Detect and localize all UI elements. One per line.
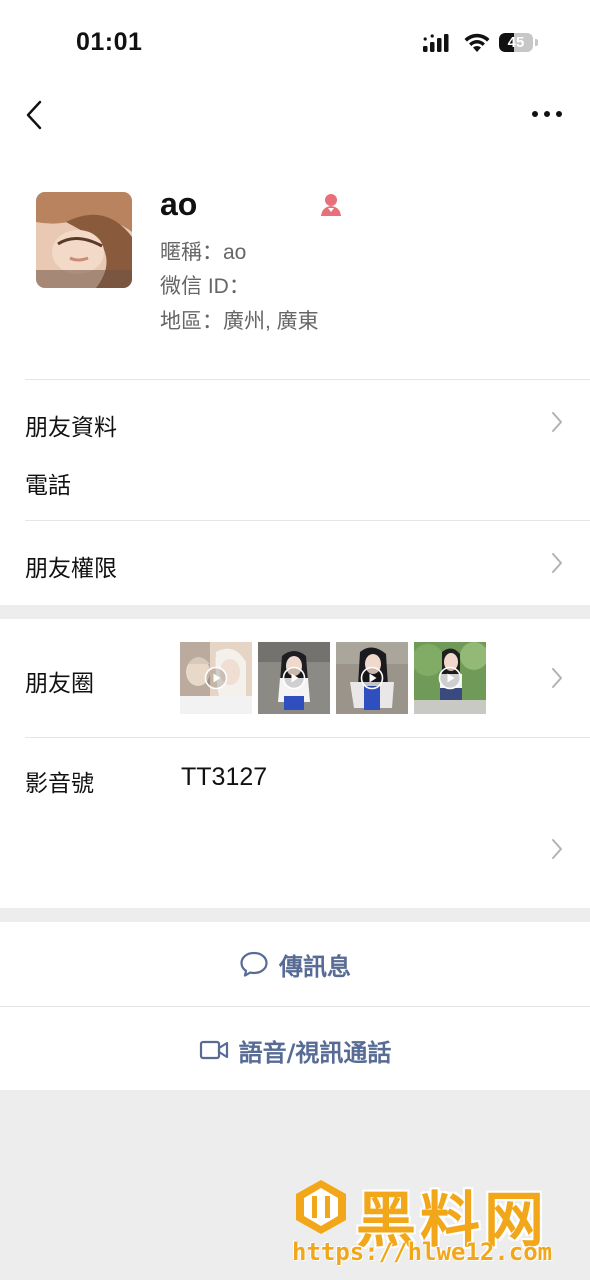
- chat-bubble-icon: [240, 951, 268, 977]
- battery-level: 45: [507, 34, 525, 51]
- battery-icon: 45: [499, 33, 539, 53]
- send-message-label: 傳訊息: [279, 952, 351, 981]
- row-friend-info[interactable]: 朋友資料: [25, 408, 117, 442]
- chevron-right-icon: [552, 553, 562, 573]
- voice-video-call-label: 語音/視訊通話: [238, 1038, 392, 1067]
- chevron-right-icon: [552, 412, 562, 432]
- region: 地區：廣州, 廣東: [160, 310, 319, 333]
- divider: [25, 379, 590, 380]
- play-icon: [204, 666, 228, 690]
- play-icon: [282, 666, 306, 690]
- voice-video-call-button[interactable]: 語音/視訊通話: [0, 1008, 590, 1092]
- avatar[interactable]: [36, 192, 132, 288]
- divider: [25, 737, 590, 738]
- row-phone[interactable]: 電話: [25, 466, 71, 500]
- moments-thumbnail[interactable]: [258, 642, 330, 714]
- status-bar: 01:01 45: [0, 0, 590, 80]
- actions-section: 傳訊息 語音/視訊通話: [0, 922, 590, 1090]
- watermark: 黑料网 https://hlwe12.com: [292, 1172, 582, 1272]
- moments-thumbnail[interactable]: [414, 642, 486, 714]
- nickname: 暱稱：ao: [160, 241, 247, 264]
- divider: [25, 520, 590, 521]
- play-icon: [438, 666, 462, 690]
- play-icon: [360, 666, 384, 690]
- channels-label[interactable]: 影音號: [25, 764, 94, 798]
- cellular-signal-icon: [423, 34, 449, 52]
- chevron-right-icon[interactable]: [550, 667, 564, 689]
- moments-thumbnail[interactable]: [180, 642, 252, 714]
- moments-section: 朋友圈 影音號 TT3127: [0, 619, 590, 908]
- row-permissions[interactable]: 朋友權限: [25, 549, 117, 583]
- video-camera-icon: [199, 1040, 228, 1060]
- chevron-left-icon[interactable]: [20, 98, 50, 132]
- channels-value: TT3127: [181, 763, 268, 791]
- divider: [0, 1006, 590, 1007]
- watermark-logo-icon: [296, 1180, 346, 1234]
- moments-label[interactable]: 朋友圈: [25, 664, 94, 698]
- profile-name: ao: [160, 186, 198, 222]
- profile-card: ao 暱稱：ao 微信 ID： 地區：廣州, 廣東 朋友資料 電話 朋友權限: [0, 160, 590, 605]
- wechat-id: 微信 ID：: [160, 275, 250, 298]
- send-message-button[interactable]: 傳訊息: [0, 922, 590, 1006]
- nav-bar: [0, 80, 590, 160]
- wifi-icon: [464, 33, 490, 52]
- more-dots-icon[interactable]: [528, 102, 566, 126]
- moments-thumbnail[interactable]: [336, 642, 408, 714]
- watermark-url: https://hlwe12.com: [292, 1238, 553, 1266]
- female-icon: [321, 194, 341, 216]
- chevron-right-icon[interactable]: [550, 838, 564, 860]
- status-time: 01:01: [76, 28, 143, 56]
